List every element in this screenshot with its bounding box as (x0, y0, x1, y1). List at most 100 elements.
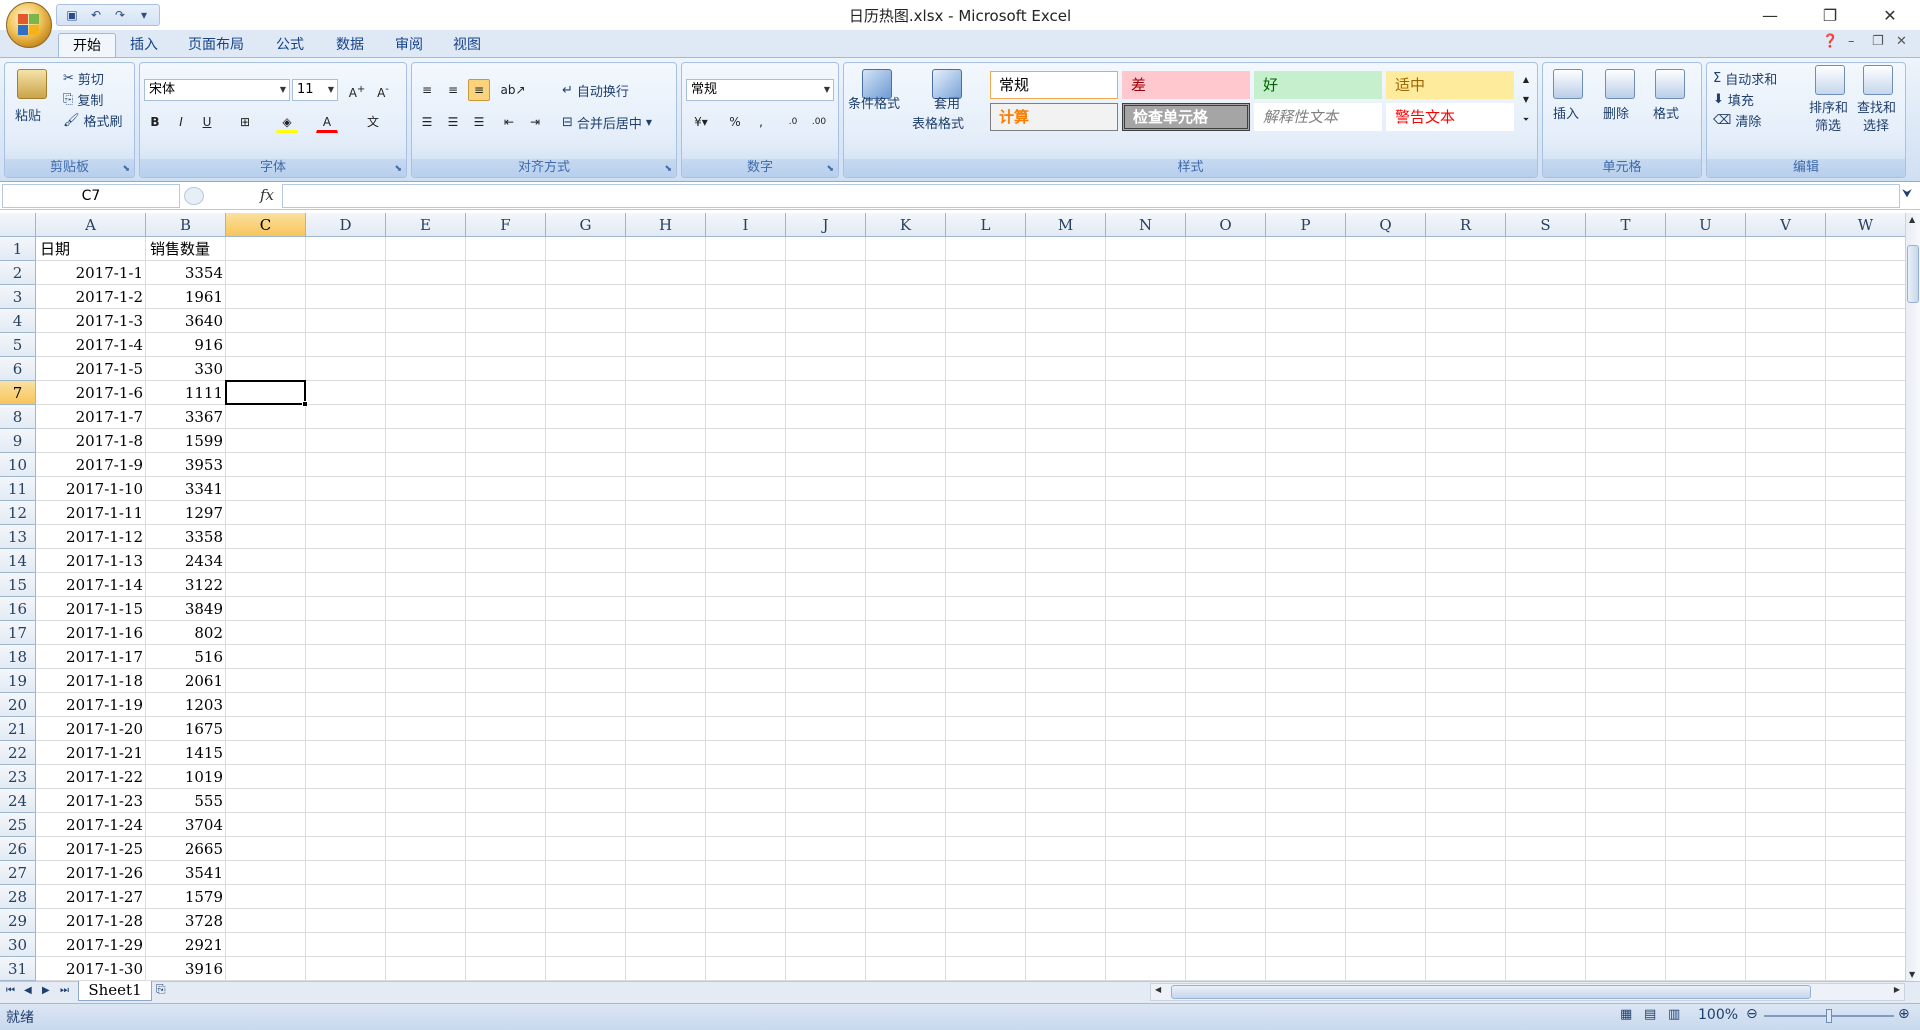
row-header-8[interactable]: 8 (0, 405, 36, 429)
page-break-view-icon[interactable]: ▥ (1668, 1007, 1680, 1022)
sales-cell[interactable]: 3953 (146, 453, 226, 477)
sales-cell[interactable]: 3704 (146, 813, 226, 837)
date-cell[interactable]: 2017-1-9 (36, 453, 146, 477)
column-header-f[interactable]: F (466, 213, 546, 237)
column-header-c[interactable]: C (226, 213, 306, 237)
sales-cell[interactable]: 2434 (146, 549, 226, 573)
row-header-20[interactable]: 20 (0, 693, 36, 717)
first-sheet-icon[interactable]: ⏮ (6, 985, 15, 996)
sales-cell[interactable]: 1297 (146, 501, 226, 525)
close-button[interactable]: ✕ (1866, 0, 1914, 30)
italic-button[interactable]: I (170, 111, 192, 133)
column-header-u[interactable]: U (1666, 213, 1746, 237)
zoom-slider-thumb[interactable] (1826, 1009, 1832, 1023)
delete-cells-icon[interactable] (1605, 69, 1635, 99)
date-cell[interactable]: 2017-1-8 (36, 429, 146, 453)
scroll-right-icon[interactable]: ▶ (1894, 985, 1900, 994)
date-cell[interactable]: 2017-1-7 (36, 405, 146, 429)
row-header-26[interactable]: 26 (0, 837, 36, 861)
column-header-w[interactable]: W (1826, 213, 1905, 237)
row-header-14[interactable]: 14 (0, 549, 36, 573)
fill-button[interactable]: ⬇ 填充 (1713, 90, 1754, 109)
row-header-5[interactable]: 5 (0, 333, 36, 357)
date-cell[interactable]: 2017-1-18 (36, 669, 146, 693)
sales-cell[interactable]: 3640 (146, 309, 226, 333)
sales-cell[interactable]: 3354 (146, 261, 226, 285)
scroll-left-icon[interactable]: ◀ (1155, 985, 1161, 994)
column-header-g[interactable]: G (546, 213, 626, 237)
find-select-icon[interactable] (1863, 65, 1893, 95)
save-icon[interactable]: ▣ (63, 7, 81, 23)
date-cell[interactable]: 2017-1-14 (36, 573, 146, 597)
row-header-2[interactable]: 2 (0, 261, 36, 285)
column-header-t[interactable]: T (1586, 213, 1666, 237)
tab-formulas[interactable]: 公式 (262, 33, 318, 58)
column-header-n[interactable]: N (1106, 213, 1186, 237)
shrink-font-button[interactable]: A- (372, 79, 394, 101)
orientation-button[interactable]: ab↗ (498, 79, 528, 101)
clear-button[interactable]: ⌫ 清除 (1713, 111, 1761, 130)
workbook-close-icon[interactable]: ✕ (1896, 34, 1907, 49)
insert-cells-icon[interactable] (1553, 69, 1583, 99)
date-cell[interactable]: 2017-1-4 (36, 333, 146, 357)
date-cell[interactable]: 2017-1-12 (36, 525, 146, 549)
ribbon-minimize-icon[interactable]: – (1848, 34, 1855, 49)
decrease-decimal-button[interactable]: .00 (808, 111, 830, 133)
date-cell[interactable]: 2017-1-23 (36, 789, 146, 813)
date-cell[interactable]: 2017-1-26 (36, 861, 146, 885)
row-header-6[interactable]: 6 (0, 357, 36, 381)
delete-cells-button[interactable]: 删除 (1603, 103, 1629, 122)
row-header-3[interactable]: 3 (0, 285, 36, 309)
grow-font-button[interactable]: A+ (346, 79, 368, 101)
insert-cells-button[interactable]: 插入 (1553, 103, 1579, 122)
style-good[interactable]: 好 (1254, 71, 1382, 99)
normal-view-icon[interactable]: ▦ (1620, 1007, 1632, 1022)
copy-button[interactable]: ⎘ 复制 (63, 90, 103, 109)
name-box[interactable]: C7 (2, 184, 180, 208)
page-layout-view-icon[interactable]: ▤ (1644, 1007, 1656, 1022)
row-header-28[interactable]: 28 (0, 885, 36, 909)
align-left-button[interactable]: ☰ (416, 111, 438, 133)
align-bottom-button[interactable]: ≡ (468, 79, 490, 101)
ribbon-restore-icon[interactable]: ❐ (1872, 34, 1884, 49)
styles-scroll-down-icon[interactable]: ▼ (1518, 89, 1534, 109)
sales-cell[interactable]: 1579 (146, 885, 226, 909)
style-warning[interactable]: 警告文本 (1386, 103, 1514, 131)
autosum-button[interactable]: Σ 自动求和 (1713, 69, 1777, 88)
styles-scroll-up-icon[interactable]: ▲ (1518, 69, 1534, 89)
date-cell[interactable]: 2017-1-3 (36, 309, 146, 333)
sales-cell[interactable]: 1961 (146, 285, 226, 309)
header-cell[interactable]: 日期 (36, 237, 146, 261)
table-format-button-line2[interactable]: 表格格式 (912, 113, 964, 132)
find-select-button-line2[interactable]: 选择 (1863, 115, 1889, 134)
column-header-i[interactable]: I (706, 213, 786, 237)
conditional-format-button[interactable]: 条件格式 (848, 93, 900, 112)
horizontal-scroll-thumb[interactable] (1171, 985, 1811, 999)
date-cell[interactable]: 2017-1-20 (36, 717, 146, 741)
wrap-text-button[interactable]: ↵ 自动换行 (562, 81, 629, 100)
tab-home[interactable]: 开始 (58, 33, 116, 58)
align-middle-button[interactable]: ≡ (442, 79, 464, 101)
sales-cell[interactable]: 3122 (146, 573, 226, 597)
sales-cell[interactable]: 1599 (146, 429, 226, 453)
date-cell[interactable]: 2017-1-28 (36, 909, 146, 933)
sales-cell[interactable]: 330 (146, 357, 226, 381)
row-header-1[interactable]: 1 (0, 237, 36, 261)
column-header-a[interactable]: A (36, 213, 146, 237)
help-icon[interactable]: ❓ (1822, 34, 1838, 49)
column-header-b[interactable]: B (146, 213, 226, 237)
sales-cell[interactable]: 2921 (146, 933, 226, 957)
column-header-j[interactable]: J (786, 213, 866, 237)
phonetic-button[interactable]: 文 (362, 111, 384, 133)
row-header-12[interactable]: 12 (0, 501, 36, 525)
redo-icon[interactable]: ↷ (111, 7, 129, 23)
sales-cell[interactable]: 516 (146, 645, 226, 669)
style-bad[interactable]: 差 (1122, 71, 1250, 99)
row-header-9[interactable]: 9 (0, 429, 36, 453)
last-sheet-icon[interactable]: ⏭ (60, 985, 69, 996)
sales-cell[interactable]: 2665 (146, 837, 226, 861)
column-header-k[interactable]: K (866, 213, 946, 237)
accounting-format-button[interactable]: ¥▾ (686, 111, 716, 133)
date-cell[interactable]: 2017-1-25 (36, 837, 146, 861)
scroll-down-icon[interactable]: ▼ (1909, 970, 1915, 979)
